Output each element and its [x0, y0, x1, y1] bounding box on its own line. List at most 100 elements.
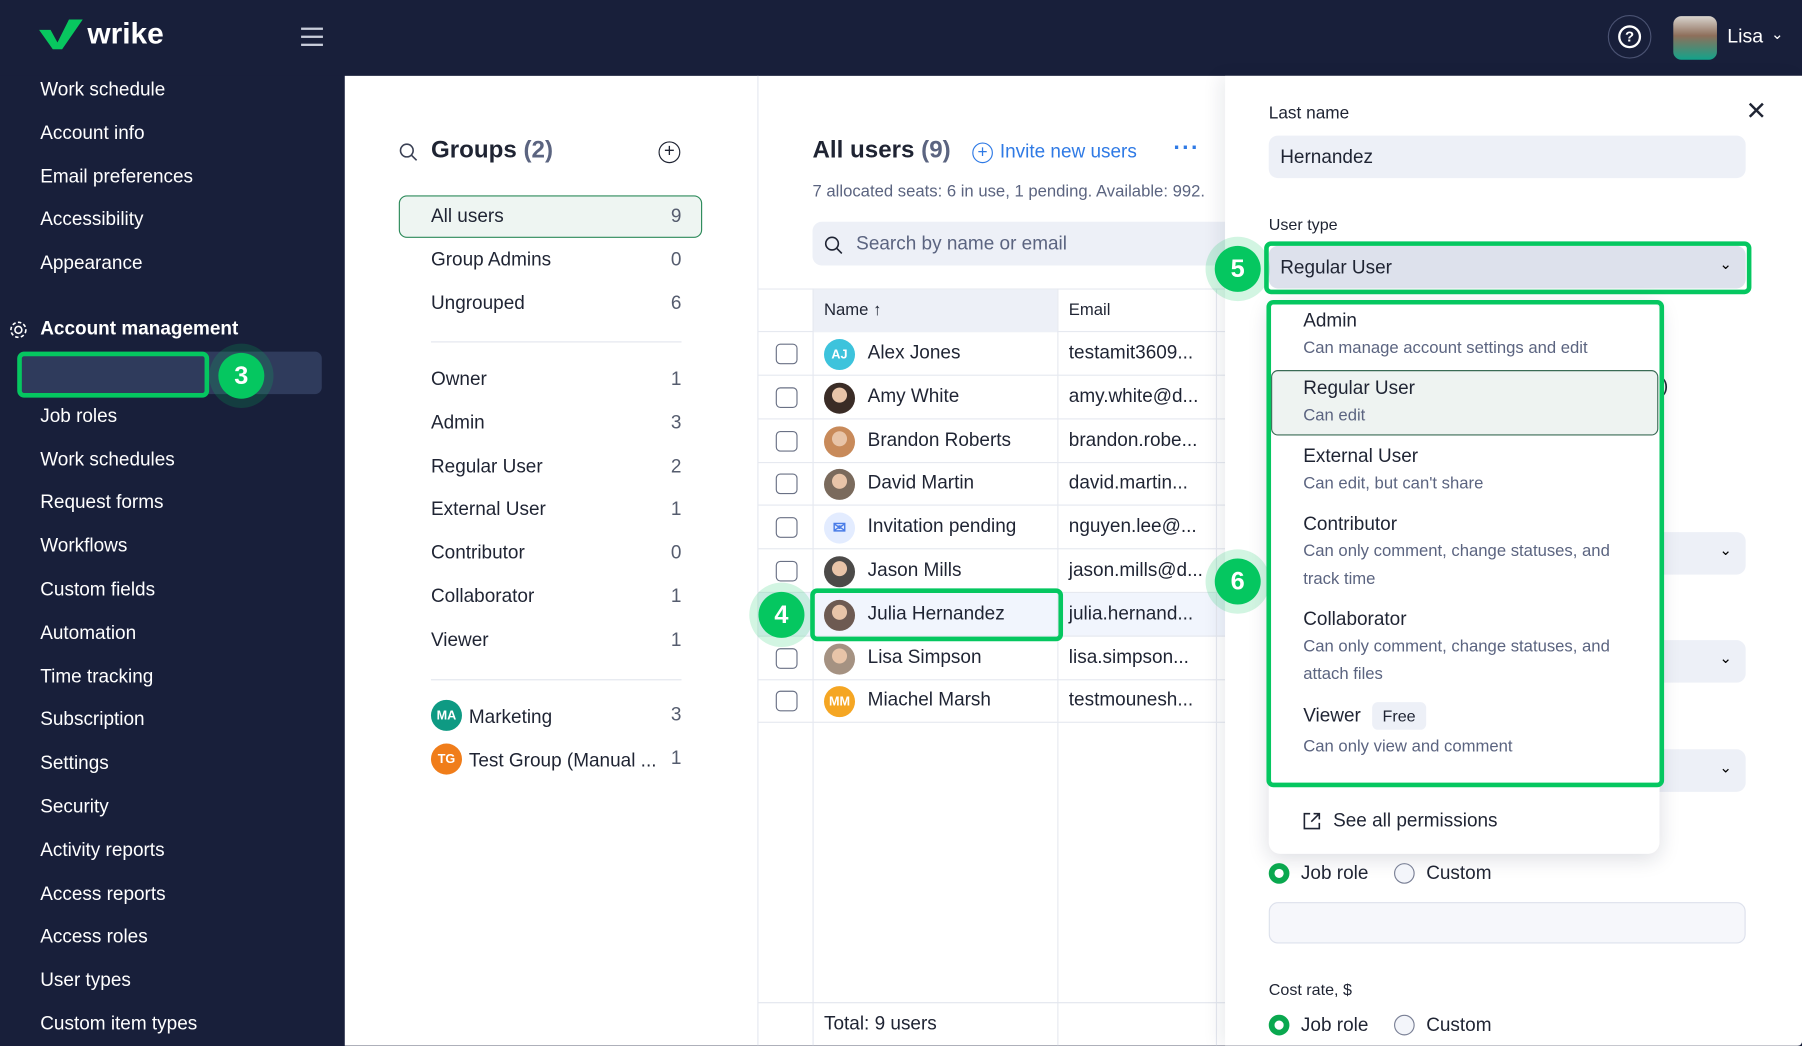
group-item-external-user[interactable]: External User 1	[431, 499, 682, 521]
sidebar-item-access-reports[interactable]: Access reports	[40, 883, 165, 905]
table-row[interactable]: ✉ Invitation pending nguyen.lee@...	[758, 506, 1226, 550]
search-icon[interactable]	[399, 143, 419, 163]
group-item-ungrouped[interactable]: Ungrouped 6	[431, 293, 682, 315]
cost-job-role-radio[interactable]	[1268, 1014, 1290, 1036]
user-name[interactable]: Brandon Roberts	[868, 429, 1011, 451]
row-checkbox[interactable]	[775, 387, 798, 408]
user-email: testmounesh...	[1068, 689, 1194, 711]
search-placeholder: Search by name or email	[856, 233, 1067, 254]
sidebar-item-accessibility[interactable]: Accessibility	[40, 210, 143, 232]
highlight-options	[1266, 299, 1665, 788]
logo-text: wrike	[87, 16, 164, 51]
user-email: nguyen.lee@...	[1068, 516, 1197, 537]
groups-title: Groups (2)	[430, 136, 553, 164]
sidebar-item-automation[interactable]: Automation	[40, 623, 136, 645]
table-row[interactable]: Jason Mills jason.mills@d...	[758, 549, 1226, 594]
group-item-all-users[interactable]: All users 9	[431, 206, 682, 228]
email-column-header[interactable]: Email	[1069, 301, 1111, 319]
table-row[interactable]: Brandon Roberts brandon.robe...	[758, 419, 1226, 463]
wrike-logo[interactable]: wrike	[39, 16, 164, 52]
user-avatar[interactable]	[1673, 16, 1717, 60]
row-checkbox[interactable]	[775, 691, 798, 712]
menu-icon[interactable]	[301, 27, 323, 46]
search-icon	[824, 236, 843, 254]
job-role-radio[interactable]	[1268, 863, 1290, 884]
divider	[430, 341, 682, 343]
seats-info: 7 allocated seats: 6 in use, 1 pending. …	[812, 182, 1206, 202]
row-checkbox[interactable]	[775, 517, 798, 539]
row-checkbox[interactable]	[775, 647, 798, 669]
table-row[interactable]: AJ Alex Jones testamit3609...	[758, 332, 1226, 376]
user-name[interactable]: Lisa Simpson	[868, 647, 982, 669]
sidebar-item-access-roles[interactable]: Access roles	[40, 927, 147, 949]
sidebar-item-workflows[interactable]: Workflows	[40, 536, 127, 558]
group-avatar: MA	[430, 699, 462, 731]
user-name[interactable]: David Martin	[868, 473, 974, 495]
group-item-owner[interactable]: Owner 1	[431, 369, 682, 391]
user-name[interactable]: Amy White	[868, 386, 960, 408]
row-checkbox[interactable]	[775, 430, 798, 452]
group-label: Viewer	[430, 629, 489, 651]
user-avatar	[823, 382, 856, 414]
name-column-header[interactable]: Name ↑	[812, 289, 1058, 333]
group-count: 1	[670, 748, 682, 769]
table-row[interactable]: David Martin david.martin...	[758, 462, 1226, 507]
group-label: Marketing	[468, 706, 553, 728]
group-item-marketing[interactable]: MA Marketing 3	[430, 699, 681, 731]
group-item-test-group-manual[interactable]: TG Test Group (Manual ... 1	[430, 743, 682, 775]
user-name[interactable]: Jason Mills	[868, 560, 962, 582]
sidebar-item-email-preferences[interactable]: Email preferences	[40, 166, 193, 188]
user-avatar: MM	[823, 686, 856, 718]
sidebar-item-custom-item-types[interactable]: Custom item types	[40, 1014, 197, 1036]
user-name[interactable]: Lisa	[1727, 25, 1763, 48]
invite-new-users-button[interactable]: + Invite new users	[972, 141, 1137, 163]
sidebar-item-security[interactable]: Security	[40, 796, 109, 818]
sidebar-item-time-tracking[interactable]: Time tracking	[40, 666, 153, 688]
custom-label: Custom	[1426, 863, 1492, 884]
group-label: Test Group (Manual ...	[468, 750, 657, 772]
sidebar-item-activity-reports[interactable]: Activity reports	[40, 840, 164, 862]
more-options-icon[interactable]: ···	[1173, 136, 1199, 162]
user-name[interactable]: Invitation pending	[868, 516, 1017, 538]
sidebar-item-job-roles[interactable]: Job roles	[40, 405, 117, 427]
row-checkbox[interactable]	[775, 343, 798, 365]
user-name[interactable]: Miachel Marsh	[868, 690, 991, 712]
sidebar-item-settings[interactable]: Settings	[40, 753, 109, 775]
custom-radio[interactable]	[1394, 863, 1415, 884]
group-item-regular-user[interactable]: Regular User 2	[431, 456, 682, 478]
close-icon[interactable]: ✕	[1746, 97, 1767, 127]
group-item-admin[interactable]: Admin 3	[431, 412, 682, 434]
step-badge-4: 4	[758, 591, 805, 638]
last-name-input[interactable]: Hernandez	[1268, 135, 1746, 179]
sidebar-item-request-forms[interactable]: Request forms	[40, 492, 163, 514]
row-checkbox[interactable]	[775, 473, 798, 495]
user-avatar	[823, 469, 856, 501]
sidebar-item-appearance[interactable]: Appearance	[40, 253, 142, 275]
group-label: Collaborator	[430, 586, 535, 607]
see-all-permissions-link[interactable]: See all permissions	[1302, 810, 1498, 832]
group-count: 1	[670, 586, 682, 607]
row-checkbox[interactable]	[775, 560, 798, 582]
user-name[interactable]: Alex Jones	[868, 342, 961, 364]
table-row[interactable]: MM Miachel Marsh testmounesh...	[758, 680, 1226, 724]
group-item-viewer[interactable]: Viewer 1	[431, 630, 682, 652]
add-group-button[interactable]: +	[658, 141, 681, 164]
divider	[1057, 288, 1059, 1046]
group-item-group-admins[interactable]: Group Admins 0	[431, 249, 682, 271]
chevron-down-icon[interactable]: ⌄	[1771, 25, 1784, 43]
help-icon[interactable]: ?	[1607, 14, 1652, 59]
search-input[interactable]: Search by name or email	[812, 221, 1226, 266]
table-row[interactable]: Lisa Simpson lisa.simpson...	[758, 636, 1226, 680]
sidebar-item-custom-fields[interactable]: Custom fields	[40, 579, 155, 601]
sidebar-item-subscription[interactable]: Subscription	[40, 710, 144, 732]
group-item-collaborator[interactable]: Collaborator 1	[431, 586, 682, 608]
step-badge-3: 3	[218, 352, 265, 399]
sidebar-item-account-info[interactable]: Account info	[40, 123, 144, 145]
sidebar-item-user-types[interactable]: User types	[40, 970, 131, 992]
sidebar-item-work-schedules[interactable]: Work schedules	[40, 449, 175, 471]
sidebar-item-work-schedule[interactable]: Work schedule	[40, 79, 165, 101]
cost-custom-radio[interactable]	[1394, 1014, 1415, 1036]
rate-input[interactable]	[1268, 902, 1746, 944]
group-item-contributor[interactable]: Contributor 0	[431, 543, 682, 565]
table-row[interactable]: Amy White amy.white@d...	[758, 376, 1226, 420]
